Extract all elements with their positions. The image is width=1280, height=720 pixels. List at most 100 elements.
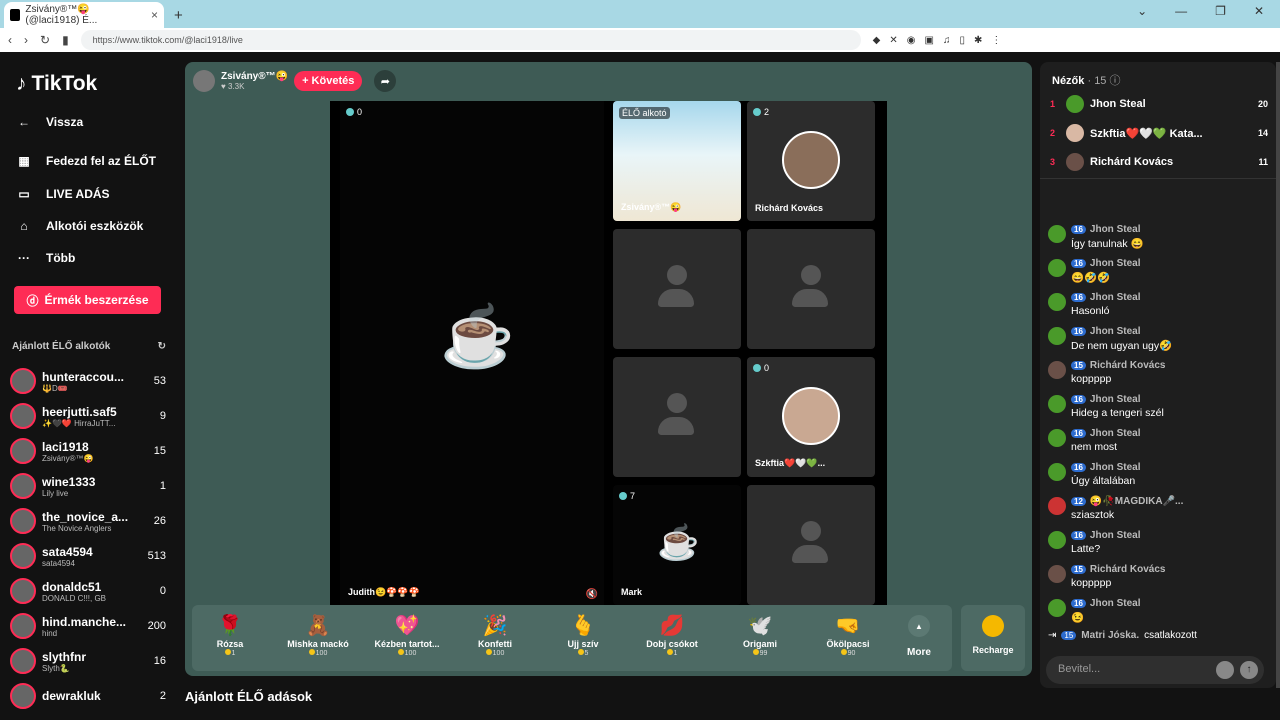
url-field[interactable]: https://www.tiktok.com/@laci1918/live	[80, 30, 861, 50]
top-viewer[interactable]: 3 Richárd Kovács 11	[1050, 153, 1268, 171]
extension-icon[interactable]: ◉	[907, 35, 916, 46]
menu-icon[interactable]: ⋮	[991, 35, 1001, 46]
gift-item[interactable]: 🤜 Ököl​pacsi 90	[808, 613, 888, 657]
message-text: Így tanulnak 😄	[1071, 238, 1144, 250]
reload-icon[interactable]: ↻	[40, 33, 50, 47]
close-window-icon[interactable]: ✕	[1254, 4, 1264, 18]
message-user[interactable]: Jhon Steal	[1090, 530, 1141, 541]
tile-badge: 7	[619, 491, 635, 501]
message-user[interactable]: Jhon Steal	[1090, 326, 1141, 337]
forward-icon[interactable]: ›	[24, 33, 28, 47]
gift-name: Kézben tartot...	[374, 639, 440, 649]
top-viewer[interactable]: 1 Jhon Steal 20	[1050, 95, 1268, 113]
creator-item[interactable]: dewrakluk 2	[10, 679, 166, 713]
info-icon[interactable]: ⓘ	[1110, 75, 1121, 87]
tile-count: 7	[630, 491, 636, 501]
message-user[interactable]: Jhon Steal	[1090, 598, 1141, 609]
message-user[interactable]: Jhon Steal	[1090, 428, 1141, 439]
refresh-icon[interactable]: ↻	[158, 341, 166, 352]
emoji-icon[interactable]	[1216, 661, 1234, 679]
host-name[interactable]: Zsivány®™😜	[221, 71, 288, 82]
message-user[interactable]: Richárd Kovács	[1090, 564, 1166, 575]
coin-icon	[752, 649, 759, 655]
chevron-down-icon[interactable]: ⌄	[1137, 4, 1147, 18]
browser-tab[interactable]: Zsivány®™😜 (@laci1918) É... ×	[4, 2, 164, 28]
nav-live[interactable]: ▭ LIVE ADÁS	[16, 187, 109, 201]
viewer-rank: 2	[1050, 128, 1056, 138]
creator-item[interactable]: wine1333 Lily live 1	[10, 469, 166, 503]
restore-icon[interactable]: ❐	[1215, 4, 1226, 18]
chat-input[interactable]: Bevitel... ↑	[1046, 656, 1264, 684]
gift-item[interactable]: 🧸 Mishka mackó 100	[278, 613, 358, 657]
empty-seat-tile[interactable]	[747, 229, 875, 349]
creator-item[interactable]: heerjutti.saf5 ✨🖤❤️ HirraJuTT... 9	[10, 399, 166, 433]
guest-tile[interactable]: 7 ☕ Mark	[613, 485, 741, 605]
gift-item[interactable]: 🕊️ Origami 99	[720, 613, 800, 657]
guest-tile-large[interactable]: 0 ☕ Judith😉🍄🍄🍄 🔇	[340, 101, 604, 606]
message-user[interactable]: Jhon Steal	[1090, 224, 1141, 235]
empty-seat-tile[interactable]	[747, 485, 875, 605]
send-icon[interactable]: ↑	[1240, 661, 1258, 679]
gift-item[interactable]: 🫰 Ujj szív 5	[543, 613, 623, 657]
host-tile[interactable]: ÉLŐ alkotó Zsivány®™😜	[613, 101, 741, 221]
music-icon[interactable]: ♫	[943, 35, 951, 46]
message-user[interactable]: Jhon Steal	[1090, 394, 1141, 405]
creator-item[interactable]: slythfnr Slyth🐍 16	[10, 644, 166, 678]
message-text: Hasonló	[1071, 305, 1110, 317]
host-avatar[interactable]	[193, 70, 215, 92]
empty-seat-tile[interactable]	[613, 229, 741, 349]
creator-item[interactable]: hunteraccou... 🔱D🎟️ 53	[10, 364, 166, 398]
creator-item[interactable]: hind.manche... hind 200	[10, 609, 166, 643]
joined-user[interactable]: Matri Jóska.	[1081, 630, 1139, 641]
close-tab-icon[interactable]: ×	[151, 8, 158, 22]
message-user[interactable]: Jhon Steal	[1090, 292, 1141, 303]
gift-item[interactable]: 🎉 Konfetti 100	[455, 613, 535, 657]
input-placeholder: Bevitel...	[1058, 663, 1101, 675]
empty-seat-tile[interactable]	[613, 357, 741, 477]
calendar-icon: ▦	[18, 154, 30, 168]
creator-item[interactable]: the_novice_a... The Novice Anglers 26	[10, 504, 166, 538]
message-user[interactable]: 😜🥀MAGDIKA🎤...	[1090, 496, 1183, 507]
back-icon[interactable]: ‹	[8, 33, 12, 47]
creator-item[interactable]: donaldc51 DONALD C!!!, GB 0	[10, 574, 166, 608]
guest-tile[interactable]: 0 Szkftia❤️🤍💚...	[747, 357, 875, 477]
scrollbar[interactable]	[1276, 62, 1280, 688]
top-viewer[interactable]: 2 Szkftia❤️🤍💚 Kata... 14	[1050, 124, 1268, 142]
message-user[interactable]: Jhon Steal	[1090, 462, 1141, 473]
sidebar-icon[interactable]: ▯	[959, 35, 965, 46]
avatar	[1048, 259, 1066, 277]
tiktok-logo[interactable]: ♪ TikTok	[16, 72, 97, 96]
gift-name: Dobj csókot	[646, 639, 698, 649]
puzzle-icon[interactable]: ✱	[974, 35, 982, 46]
gift-item[interactable]: 🌹 Rózsa 1	[190, 613, 270, 657]
nav-more[interactable]: ··· Több	[16, 251, 75, 265]
follow-button[interactable]: + Követés	[294, 71, 363, 91]
nav-creator-tools[interactable]: ⌂ Alkotói eszközök	[16, 219, 143, 233]
creator-item[interactable]: laci1918 Zsivány®™😜 15	[10, 434, 166, 468]
nav-label: Alkotói eszközök	[46, 219, 144, 233]
coffee-cup-icon: ☕	[440, 303, 515, 370]
nav-explore-live[interactable]: ▦ Fedezd fel az ÉLŐT	[16, 154, 156, 168]
teddy-bear-icon: 🧸	[305, 615, 331, 637]
enter-icon: ⇥	[1048, 630, 1057, 641]
nav-back[interactable]: ← Vissza	[16, 115, 83, 129]
message-user[interactable]: Richárd Kovács	[1090, 360, 1166, 371]
creator-item[interactable]: sata4594 sata4594 513	[10, 539, 166, 573]
message-user[interactable]: Jhon Steal	[1090, 258, 1141, 269]
extension-icon[interactable]: ✕	[889, 35, 897, 46]
more-gifts-button[interactable]: ▲ More	[907, 615, 931, 658]
gift-name: Origami	[742, 639, 777, 649]
get-coins-button[interactable]: ⓓ Érmék beszerzése	[14, 286, 161, 314]
recharge-button[interactable]: Recharge	[961, 605, 1025, 671]
new-tab-icon[interactable]: +	[174, 7, 183, 24]
guest-tile[interactable]: 2 Richárd Kovács	[747, 101, 875, 221]
extension-icon[interactable]: ◆	[873, 35, 881, 46]
gift-item[interactable]: 💋 Dobj csókot 1	[632, 613, 712, 657]
message-text: 😉	[1071, 612, 1085, 624]
extension-icon[interactable]: ▣	[925, 35, 934, 46]
share-icon[interactable]: ➦	[374, 70, 397, 92]
creator-name: wine1333	[42, 474, 96, 489]
minimize-icon[interactable]: —	[1175, 4, 1187, 18]
gift-item[interactable]: 💖 Kézben tartot... 100	[367, 613, 447, 657]
bookmark-icon[interactable]: ▮	[62, 33, 69, 47]
